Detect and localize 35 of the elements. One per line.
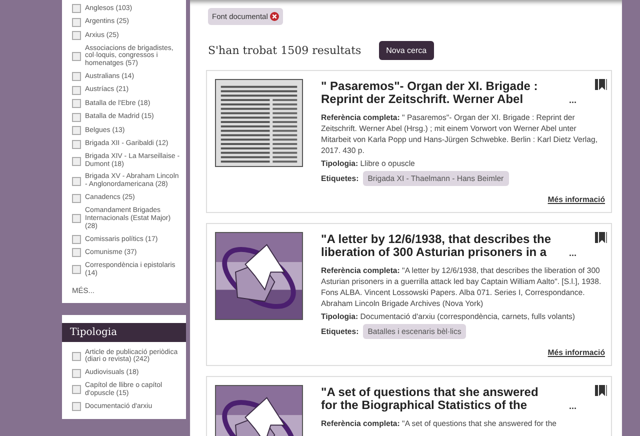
checkbox[interactable] <box>72 248 81 258</box>
ellipsis: ... <box>569 248 577 258</box>
bookmark-icon[interactable] <box>595 385 607 396</box>
checkbox[interactable] <box>72 126 81 136</box>
checkbox[interactable] <box>72 385 81 394</box>
result-title[interactable]: " Pasaremos"- Organ der XI. Brigade : Reprint der Zeitschrift. Werner Abel <box>321 80 553 105</box>
checkbox[interactable] <box>72 234 81 244</box>
checkbox[interactable] <box>72 265 81 274</box>
checkbox[interactable] <box>72 4 81 13</box>
checkbox[interactable] <box>72 402 81 412</box>
result-title[interactable]: "A letter by 12/6/1938, that describes the liberation of 300 Asturian prisoners in a <box>321 233 553 258</box>
checkbox[interactable] <box>72 194 81 203</box>
checkbox[interactable] <box>72 72 81 82</box>
document-icon <box>215 232 303 320</box>
facet-title: Tipologia <box>62 323 186 342</box>
ellipsis: ... <box>569 95 577 105</box>
remove-icon[interactable] <box>270 12 279 21</box>
checkbox[interactable] <box>72 176 81 186</box>
checkbox[interactable] <box>72 18 81 26</box>
checkbox[interactable] <box>72 156 81 166</box>
checkbox[interactable] <box>72 52 81 61</box>
bookmark-icon[interactable] <box>595 232 607 243</box>
checkbox[interactable] <box>72 99 81 108</box>
checkbox[interactable] <box>72 214 81 224</box>
checkbox[interactable] <box>72 352 81 361</box>
checkbox[interactable] <box>72 368 81 378</box>
checkbox[interactable] <box>72 31 81 40</box>
ellipsis: ... <box>569 401 577 411</box>
checkbox[interactable] <box>72 86 81 95</box>
results-count: S'han trobat 1509 resultats <box>208 44 362 57</box>
checkbox[interactable] <box>72 140 81 149</box>
checkbox[interactable] <box>72 112 81 122</box>
result-title[interactable]: "A set of questions that she answered for the Biographical Statistics of the <box>321 386 553 411</box>
new-search-button[interactable]: Nova cerca <box>379 41 434 60</box>
bookmark-icon[interactable] <box>595 79 607 90</box>
